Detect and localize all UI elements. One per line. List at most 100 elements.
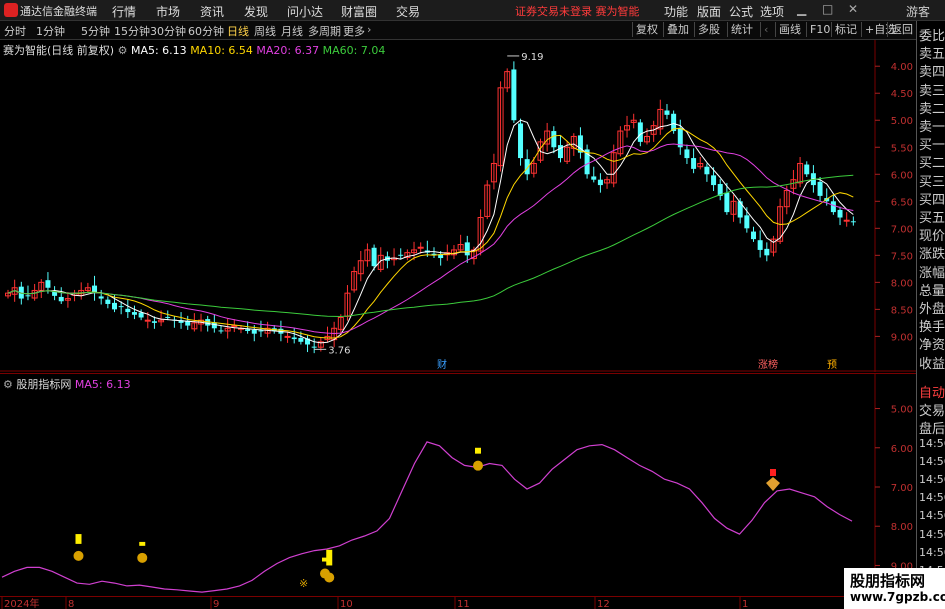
menu-bar: 通达信金融终端 行情 市场 资讯 发现 问小达 财富圈 交易 证券交易未登录 赛… <box>0 0 945 21</box>
candle-body-down <box>25 295 31 297</box>
maximize-icon[interactable]: □ <box>822 2 833 16</box>
quote-label: 卖一 <box>919 120 945 135</box>
y-tick-label: 5.00 <box>891 405 913 416</box>
menu-item-faxian[interactable]: 发现 <box>244 3 268 20</box>
candle-body-up <box>843 219 850 222</box>
login-notice[interactable]: 证券交易未登录 赛为智能 <box>515 3 640 19</box>
btn-tongji[interactable]: 统计 <box>727 22 756 37</box>
indicator-gear-icon[interactable]: ⚙ <box>3 378 13 391</box>
kline-chart[interactable]: 9.00 8.50 8.00 7.50 7.00 6.50 6.00 5.50 5.00 4.50… <box>0 40 916 372</box>
menu-item-gongneng[interactable]: 功能 <box>664 3 688 20</box>
btn-fuquan[interactable]: 复权 <box>632 22 661 37</box>
period-15min[interactable]: 15分钟 <box>114 23 150 39</box>
settings-gear-icon[interactable]: ⚙ <box>118 44 128 57</box>
quote-label: 14:56 <box>919 436 945 450</box>
btn-huaxian[interactable]: 画线 <box>775 22 804 37</box>
period-weekly[interactable]: 周线 <box>254 23 276 39</box>
menu-item-wenxiaoda[interactable]: 问小达 <box>287 3 323 20</box>
candle-body-down <box>371 247 377 267</box>
y-tick-label: 6.00 <box>891 170 913 181</box>
y-tick-label: 4.00 <box>891 62 913 73</box>
candle-body-down <box>751 231 756 240</box>
menu-item-caifuquan[interactable]: 财富圈 <box>341 3 377 20</box>
watermark-title: 股朋指标网 <box>850 572 926 590</box>
indicator-chart[interactable]: 9.008.007.006.005.00※ <box>0 373 916 596</box>
candle-body-down <box>118 306 124 308</box>
candle-body-down <box>850 221 856 223</box>
quote-label: 现价 <box>919 229 945 245</box>
btn-back[interactable]: 返回 <box>887 22 916 37</box>
period-30min[interactable]: 30分钟 <box>150 23 186 39</box>
chevron-right-icon[interactable]: › <box>367 23 371 36</box>
y-tick-label: 7.50 <box>891 251 913 262</box>
menu-item-shichang[interactable]: 市场 <box>156 3 180 20</box>
period-60min[interactable]: 60分钟 <box>188 23 224 39</box>
user-label[interactable]: 游客 <box>906 3 930 20</box>
candle-body-down <box>744 215 750 229</box>
minimize-icon[interactable]: ▁ <box>797 2 806 16</box>
candle-body-down <box>830 201 836 213</box>
watermark-box: 股朋指标网 www.7gpzb.com <box>844 568 945 609</box>
period-fenshi[interactable]: 分时 <box>4 23 26 39</box>
candle-body-down <box>398 254 404 256</box>
candle-body-down <box>58 296 64 302</box>
period-1min[interactable]: 1分钟 <box>36 23 65 39</box>
menu-item-hangqing[interactable]: 行情 <box>112 3 136 20</box>
indicator-legend: ⚙ 股朋指标网 MA5: 6.13 <box>3 376 131 392</box>
y-tick-label: 6.00 <box>891 444 913 455</box>
y-tick-label: 5.50 <box>891 143 913 154</box>
candle-body-up <box>417 246 424 249</box>
menu-item-xuanxiang[interactable]: 选项 <box>760 3 784 20</box>
sell-signal-bar <box>770 469 776 476</box>
candle-body-up <box>231 325 238 328</box>
indicator-ma5-label: MA5: 6.13 <box>74 378 131 391</box>
period-monthly[interactable]: 月线 <box>281 23 303 39</box>
event-tag-yu: 预 <box>827 359 837 371</box>
close-icon[interactable]: ✕ <box>848 2 858 16</box>
quote-label: 买二 <box>919 156 945 172</box>
btn-diejia[interactable]: 叠加 <box>663 22 692 37</box>
period-daily[interactable]: 日线 <box>227 23 249 39</box>
quote-label: 买四 <box>919 192 945 208</box>
candle-body-down <box>218 330 224 332</box>
low-marker-label: 3.76 <box>328 345 350 356</box>
money-bag-icon <box>137 552 148 563</box>
candle-body-down <box>817 181 823 196</box>
btn-f10[interactable]: F10 <box>806 22 833 37</box>
y-tick-label: 8.50 <box>891 305 913 316</box>
quote-label: 买一 <box>919 138 945 154</box>
period-5min[interactable]: 5分钟 <box>81 23 110 39</box>
candle-body-down <box>45 280 51 288</box>
menu-item-gongshi[interactable]: 公式 <box>729 3 753 20</box>
ma10-label: MA10: 6.54 <box>190 44 253 57</box>
candle-body-down <box>112 302 117 310</box>
quote-label: 收益 <box>919 356 945 372</box>
candle-body-down <box>311 346 317 348</box>
btn-biaoji[interactable]: 标记 <box>831 22 860 37</box>
x-tick-label: 1 <box>742 599 748 609</box>
candle-body-down <box>151 321 157 323</box>
menu-item-jiaoyi[interactable]: 交易 <box>396 3 420 20</box>
diamond-icon <box>766 477 780 491</box>
candle-body-down <box>551 131 557 148</box>
menu-item-zixun[interactable]: 资讯 <box>200 3 224 20</box>
ma5-label: MA5: 6.13 <box>130 44 187 57</box>
period-more[interactable]: 更多 <box>343 23 365 39</box>
chevron-left-icon[interactable]: ‹ <box>760 22 771 37</box>
quote-label: 盘后 <box>919 422 945 438</box>
menu-item-banmian[interactable]: 版面 <box>697 3 721 20</box>
cross-marker-icon: ※ <box>299 577 308 590</box>
indicator-name[interactable]: 股朋指标网 <box>16 378 71 391</box>
app-logo-icon <box>4 3 18 17</box>
signal-bar-tall <box>326 549 333 566</box>
candle-body-down <box>691 158 697 169</box>
y-tick-label: 5.00 <box>891 116 913 127</box>
candle-body-down <box>464 242 470 256</box>
candle-body-down <box>518 123 524 159</box>
quote-label: 14:56 <box>919 527 945 541</box>
main-legend: 赛为智能(日线 前复权) ⚙ MA5: 6.13 MA10: 6.54 MA20… <box>3 42 385 58</box>
x-tick-label: 12 <box>597 599 610 609</box>
candle-body-down <box>664 110 670 115</box>
btn-duogu[interactable]: 多股 <box>694 22 723 37</box>
period-multi[interactable]: 多周期 <box>308 23 341 39</box>
